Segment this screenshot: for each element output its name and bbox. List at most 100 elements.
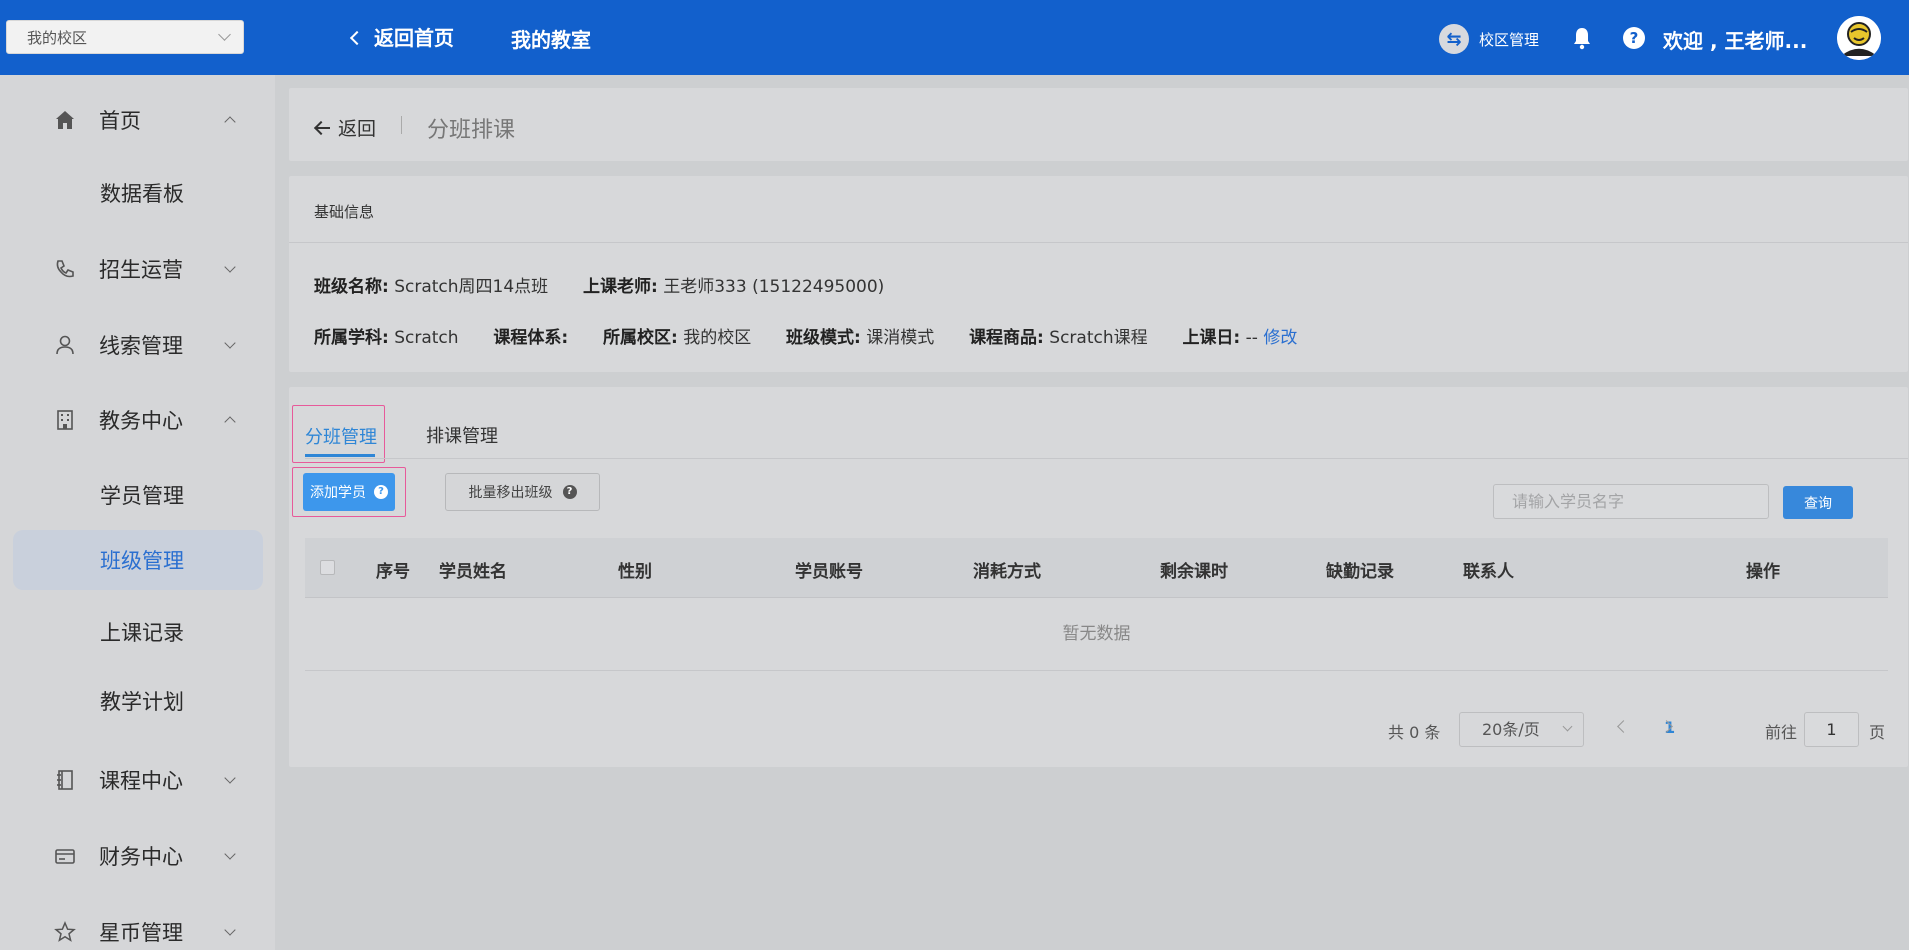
chevron-down-icon <box>1562 721 1573 732</box>
day-label: 上课日: <box>1182 328 1241 348</box>
empty-state: 暂无数据 <box>305 598 1888 671</box>
chevron-down-icon <box>224 848 236 860</box>
sidebar-item-label: 学员管理 <box>100 484 184 508</box>
col-absence: 缺勤记录 <box>1326 562 1394 582</box>
sidebar-item-plans[interactable]: 教学计划 <box>0 671 275 731</box>
product-value: Scratch课程 <box>1049 328 1148 348</box>
chevron-up-icon <box>224 116 236 128</box>
sidebar-item-classes[interactable]: 班级管理 <box>13 530 263 590</box>
batch-remove-button[interactable]: 批量移出班级 ? <box>445 473 600 511</box>
sidebar-item-label: 线索管理 <box>99 334 183 358</box>
select-all-checkbox[interactable] <box>320 560 335 575</box>
building-icon <box>53 408 77 432</box>
info-row-2: 所属学科: Scratch 课程体系: 所属校区: 我的校区 班级模式: 课消模… <box>314 323 1297 348</box>
tab-label: 分班管理 <box>305 427 377 448</box>
col-index: 序号 <box>376 562 410 582</box>
tab-schedule-management[interactable]: 排课管理 <box>426 422 498 448</box>
sidebar-item-label: 数据看板 <box>100 182 184 206</box>
page-title: 分班排课 <box>427 118 516 143</box>
sidebar-item-students[interactable]: 学员管理 <box>0 465 275 525</box>
top-bar: 我的校区 返回首页 我的教室 ⇆ 校区管理 ? 欢迎 , 王老师... <box>0 0 1909 75</box>
tab-class-management[interactable]: 分班管理 <box>292 405 385 463</box>
col-remaining-hours: 剩余课时 <box>1160 562 1228 582</box>
batch-remove-label: 批量移出班级 <box>468 485 553 501</box>
help-icon: ? <box>374 485 388 499</box>
col-actions: 操作 <box>1746 562 1780 582</box>
help-icon[interactable]: ? <box>1623 27 1645 49</box>
chevron-down-icon <box>224 772 236 784</box>
divider <box>401 116 402 134</box>
sidebar-item-leads[interactable]: 线索管理 <box>0 315 275 375</box>
subject-label: 所属学科: <box>314 328 389 348</box>
tab-divider <box>305 458 1908 459</box>
help-icon: ? <box>562 485 577 499</box>
col-student-name: 学员姓名 <box>439 562 507 582</box>
total-count: 共 0 条 <box>1388 723 1441 742</box>
col-contact: 联系人 <box>1463 562 1514 582</box>
sidebar-item-dashboard[interactable]: 数据看板 <box>0 163 275 223</box>
info-row-1: 班级名称: Scratch周四14点班 上课老师: 王老师333 (151224… <box>314 272 884 297</box>
sidebar-item-records[interactable]: 上课记录 <box>0 602 275 662</box>
welcome-text[interactable]: 欢迎 , 王老师... <box>1663 25 1807 54</box>
campus-label: 所属校区: <box>603 328 678 348</box>
add-student-label: 添加学员 <box>310 485 366 501</box>
campus-select[interactable]: 我的校区 <box>6 20 244 54</box>
campus-mgmt-button[interactable]: ⇆ 校区管理 <box>1439 24 1539 54</box>
book-icon <box>53 768 77 792</box>
home-icon <box>53 108 77 132</box>
col-gender: 性别 <box>618 562 652 582</box>
user-icon <box>53 333 77 357</box>
sidebar-item-label: 教学计划 <box>100 690 184 714</box>
class-name-value: Scratch周四14点班 <box>394 277 549 297</box>
sidebar-item-label: 财务中心 <box>99 845 183 869</box>
col-consumption: 消耗方式 <box>973 562 1041 582</box>
product-label: 课程商品: <box>969 328 1044 348</box>
goto-unit: 页 <box>1869 723 1886 742</box>
chevron-up-icon <box>224 416 236 428</box>
teacher-value: 王老师333 (15122495000) <box>663 277 885 297</box>
arrow-left-icon <box>315 121 330 135</box>
campus-select-value: 我的校区 <box>27 28 88 47</box>
class-name-label: 班级名称: <box>314 277 389 297</box>
back-button[interactable]: 返回 <box>315 114 376 141</box>
mode-value: 课消模式 <box>866 328 935 348</box>
teacher-label: 上课老师: <box>583 277 658 297</box>
my-class-link[interactable]: 我的教室 <box>511 24 591 53</box>
mode-label: 班级模式: <box>786 328 861 348</box>
sidebar-item-recruit[interactable]: 招生运营 <box>0 239 275 299</box>
sidebar-item-label: 星币管理 <box>99 921 183 945</box>
edit-link[interactable]: 修改 <box>1263 328 1297 348</box>
goto-page-input[interactable] <box>1804 712 1859 747</box>
student-search-input[interactable] <box>1493 484 1769 519</box>
goto-label: 前往 <box>1765 723 1798 742</box>
page-header: 返回 分班排课 <box>289 88 1908 161</box>
card-icon <box>53 844 77 868</box>
day-value: -- <box>1245 328 1258 348</box>
sidebar-item-courses[interactable]: 课程中心 <box>0 750 275 810</box>
prev-page-icon[interactable] <box>1617 720 1630 733</box>
sidebar-item-label: 首页 <box>99 109 141 133</box>
sidebar: 首页 数据看板 招生运营 线索管理 教务中心 学员管理 班级管理 上课记录 教学… <box>0 75 275 950</box>
add-student-button[interactable]: 添加学员 ? <box>303 473 395 511</box>
col-account: 学员账号 <box>795 562 863 582</box>
add-student-highlight: 添加学员 ? <box>292 467 406 517</box>
sidebar-item-academic[interactable]: 教务中心 <box>0 390 275 450</box>
sidebar-item-label: 招生运营 <box>99 258 183 282</box>
class-list-panel: 分班管理 排课管理 添加学员 ? 批量移出班级 ? 查询 序号 学员姓名 性别 … <box>289 387 1908 767</box>
sidebar-item-label: 课程中心 <box>99 769 183 793</box>
info-header: 基础信息 <box>289 176 1908 243</box>
back-home-link[interactable]: 返回首页 <box>349 22 454 51</box>
back-home-label: 返回首页 <box>374 26 454 50</box>
sidebar-item-home[interactable]: 首页 <box>0 90 275 150</box>
query-button[interactable]: 查询 <box>1783 486 1853 519</box>
sidebar-item-coins[interactable]: 星币管理 <box>0 902 275 950</box>
bell-icon[interactable] <box>1570 26 1594 50</box>
avatar[interactable] <box>1837 16 1881 60</box>
tab-underline <box>305 454 375 457</box>
info-title: 基础信息 <box>314 203 375 221</box>
sidebar-item-finance[interactable]: 财务中心 <box>0 826 275 886</box>
page-size-select[interactable]: 20条/页 <box>1459 712 1584 747</box>
swap-icon: ⇆ <box>1439 24 1469 54</box>
star-icon <box>53 920 77 944</box>
avatar-face-icon <box>1837 16 1881 60</box>
